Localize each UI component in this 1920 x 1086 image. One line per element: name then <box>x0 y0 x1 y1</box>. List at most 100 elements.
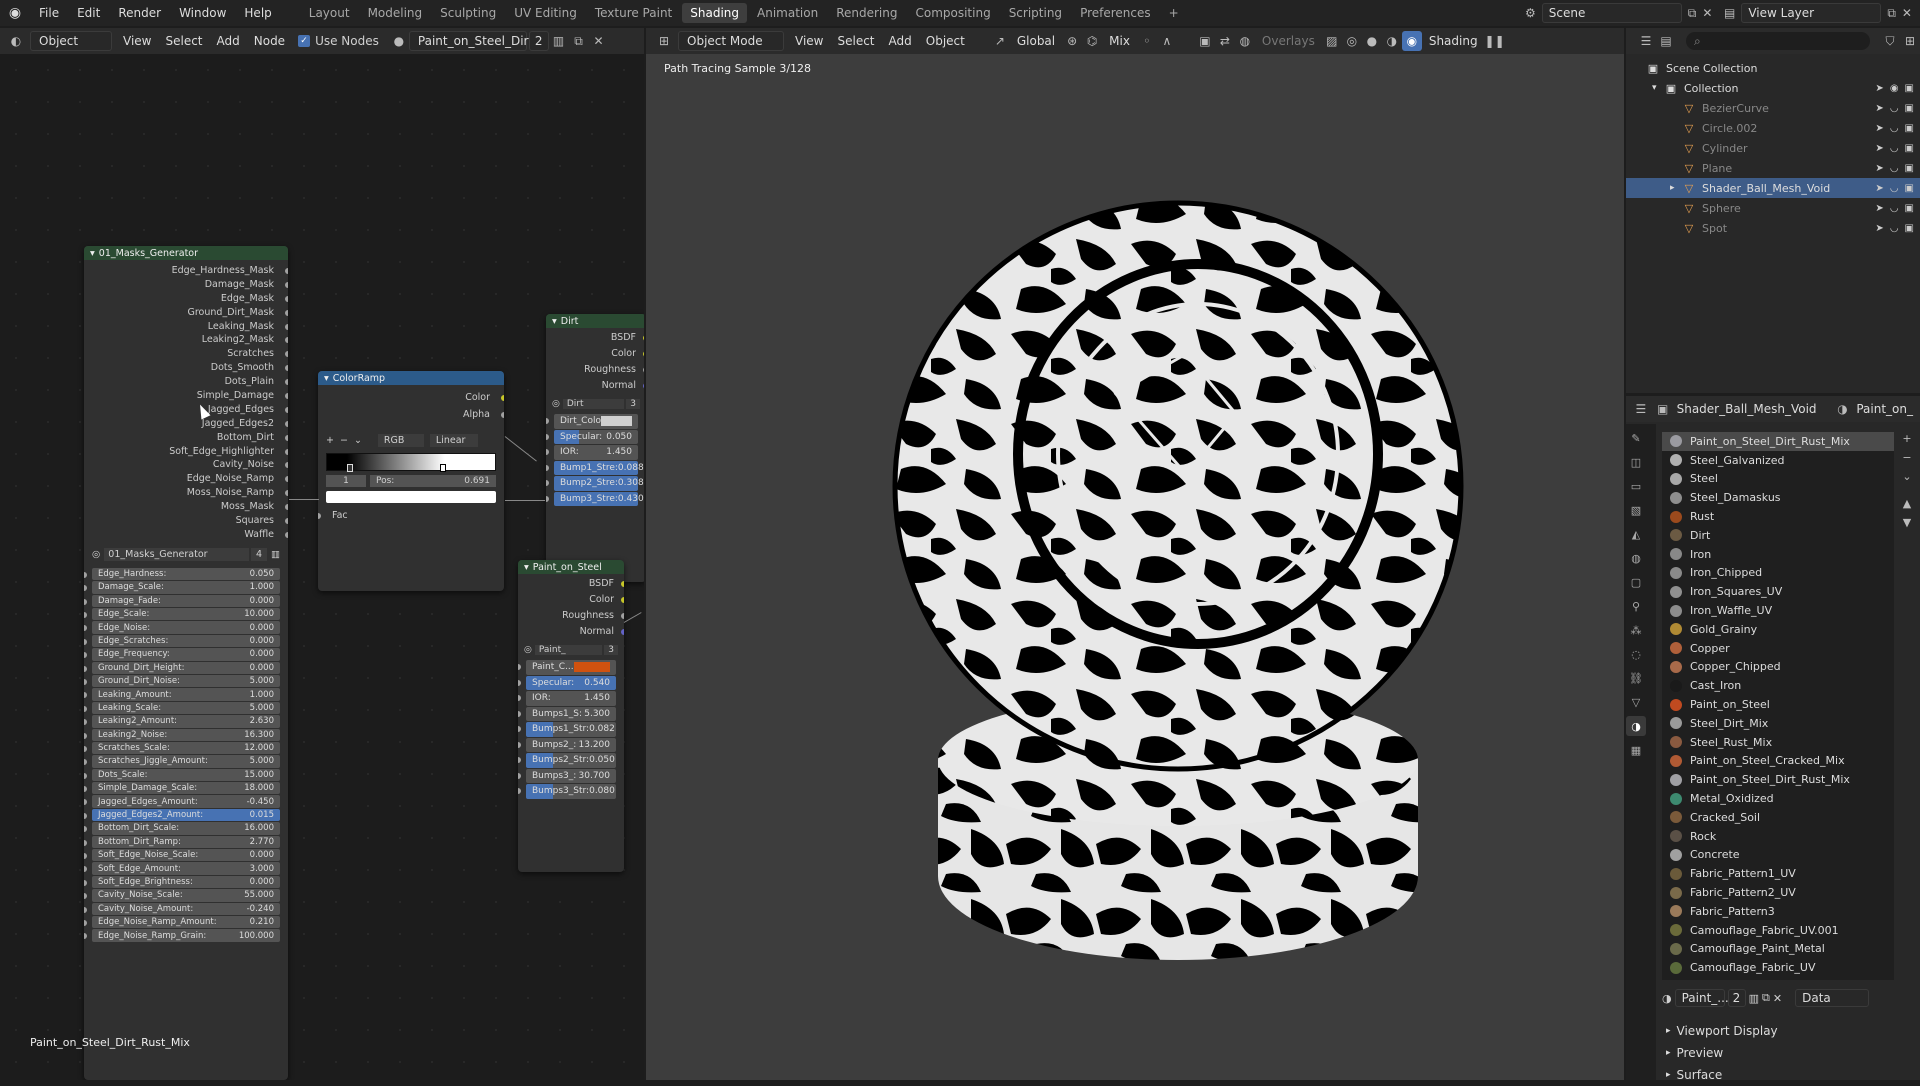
duplicate-material-icon[interactable]: ⧉ <box>569 31 589 51</box>
menu-add[interactable]: Add <box>210 32 247 50</box>
masks_node-input-1[interactable]: Damage_Scale: 1.000 <box>84 581 280 594</box>
eye-icon[interactable]: ◡ <box>1890 103 1899 114</box>
material-slot-item[interactable]: Paint_on_Steel_Cracked_Mix <box>1662 752 1894 771</box>
tab-layout[interactable]: Layout <box>301 3 358 23</box>
tab-shading[interactable]: Shading <box>682 3 747 23</box>
view-layer-selector[interactable]: View Layer <box>1741 3 1882 23</box>
outliner-item-cylinder[interactable]: ▽ Cylinder ➤ ◡ ▣ <box>1626 138 1920 158</box>
masks-node-header[interactable]: ▾ 01_Masks_Generator <box>84 246 288 260</box>
camera-icon[interactable]: ▣ <box>1905 163 1914 174</box>
material-slot-item[interactable]: Metal_Oxidized <box>1662 789 1894 808</box>
eye-icon[interactable]: ◡ <box>1890 163 1899 174</box>
camera-icon[interactable]: ▣ <box>1905 183 1914 194</box>
masks_node-input-26[interactable]: Edge_Noise_Ramp_Amount: 0.210 <box>84 915 280 929</box>
vp-menu-select[interactable]: Select <box>830 32 881 50</box>
dirt_node-input-2[interactable]: IOR: 1.450 <box>546 445 638 460</box>
material-slot-item[interactable]: Rust <box>1662 507 1894 526</box>
paint_node-input-1[interactable]: Specular: 0.540 <box>518 675 616 690</box>
new-collection-icon[interactable]: ⊞ <box>1900 31 1920 51</box>
select-icon[interactable]: ➤ <box>1875 103 1883 114</box>
dirt_node-input-5[interactable]: Bump3_Stre: 0.430 <box>546 491 644 506</box>
select-icon[interactable]: ➤ <box>1875 163 1883 174</box>
masks_node-input-24[interactable]: Cavity_Noise_Scale: 55.000 <box>84 889 280 902</box>
material-slot-item[interactable]: Camouflage_Paint_Metal <box>1662 940 1894 959</box>
camera-icon[interactable]: ▣ <box>1905 123 1914 134</box>
camera-icon[interactable]: ▣ <box>1905 83 1914 94</box>
masks_node-input-11[interactable]: Leaking2_Amount: 2.630 <box>84 715 280 728</box>
camera-icon[interactable]: ▣ <box>1905 143 1914 154</box>
outliner-search-input[interactable]: ⌕ <box>1686 32 1870 50</box>
masks_node-input-7[interactable]: Ground_Dirt_Height: 0.000 <box>84 661 280 674</box>
transform-orientation-icon[interactable]: ↗ <box>990 31 1010 51</box>
material-slot-item[interactable]: Cracked_Soil <box>1662 808 1894 827</box>
menu-view[interactable]: View <box>116 32 158 50</box>
material-slot-item[interactable]: Cast_Iron <box>1662 676 1894 695</box>
masks_node-input-8[interactable]: Ground_Dirt_Noise: 5.000 <box>84 674 280 688</box>
masks_node-input-17[interactable]: Jagged_Edges_Amount: -0.450 <box>84 795 280 808</box>
masks_node-input-4[interactable]: Edge_Noise: 0.000 <box>84 621 280 634</box>
vp-menu-object[interactable]: Object <box>919 32 972 50</box>
dirt-group-name[interactable]: Dirt <box>562 399 625 409</box>
outliner-scene-collection[interactable]: ▣ Scene Collection <box>1626 58 1920 78</box>
paint_node-input-4[interactable]: Bumps1_Str: 0.082 <box>518 722 616 737</box>
select-icon[interactable]: ➤ <box>1875 203 1883 214</box>
menu-select[interactable]: Select <box>158 32 209 50</box>
material-slot-item[interactable]: Steel_Rust_Mix <box>1662 733 1894 752</box>
camera-icon[interactable]: ▣ <box>1905 223 1914 234</box>
copy-scene-icon[interactable]: ⧉ <box>1688 6 1697 21</box>
material-slot-item[interactable]: Steel_Galvanized <box>1662 451 1894 470</box>
masks_node-input-9[interactable]: Leaking_Amount: 1.000 <box>84 688 280 701</box>
menu-render[interactable]: Render <box>109 6 170 20</box>
menu-node[interactable]: Node <box>247 32 292 50</box>
material-slot-list[interactable]: Paint_on_Steel_Dirt_Rust_Mix Steel_Galvan… <box>1662 432 1894 980</box>
close-scene-icon[interactable]: ✕ <box>1702 6 1712 20</box>
constraints-tab-icon[interactable]: ⛓ <box>1626 668 1646 688</box>
masks_node-input-22[interactable]: Soft_Edge_Amount: 3.000 <box>84 862 280 875</box>
outliner-item-circle-002[interactable]: ▽ Circle.002 ➤ ◡ ▣ <box>1626 118 1920 138</box>
camera-icon[interactable]: ▣ <box>1905 103 1914 114</box>
paint_node-input-2[interactable]: IOR: 1.450 <box>518 691 616 706</box>
output-tab-icon[interactable]: ▭ <box>1626 476 1646 496</box>
dirt_node-input-3[interactable]: Bump1_Stre: 0.088 <box>546 460 644 475</box>
material-slot-item[interactable]: Copper_Chipped <box>1662 658 1894 677</box>
masks_node-input-21[interactable]: Soft_Edge_Noise_Scale: 0.000 <box>84 849 280 862</box>
select-icon[interactable]: ➤ <box>1875 123 1883 134</box>
slot-menu-icon[interactable]: ⌄ <box>1902 470 1911 483</box>
render-tab-icon[interactable]: ◫ <box>1626 452 1646 472</box>
editor-type-icon[interactable]: ◐ <box>6 31 26 51</box>
preview-section[interactable]: ▸ Preview <box>1656 1042 1920 1064</box>
material-slot-item[interactable]: Iron_Chipped <box>1662 564 1894 583</box>
masks_node-input-6[interactable]: Edge_Frequency: 0.000 <box>84 648 280 661</box>
masks_node-input-23[interactable]: Soft_Edge_Brightness: 0.000 <box>84 875 280 889</box>
material-slot-item[interactable]: Steel_Damaskus <box>1662 488 1894 507</box>
material-tab-icon[interactable]: ◑ <box>1626 716 1646 736</box>
masks_node-input-16[interactable]: Simple_Damage_Scale: 18.000 <box>84 782 280 795</box>
move-down-icon[interactable]: ▼ <box>1903 516 1911 529</box>
tool-tab-icon[interactable]: ✎ <box>1626 428 1646 448</box>
tab-texture-paint[interactable]: Texture Paint <box>587 3 680 23</box>
texture-tab-icon[interactable]: ▦ <box>1626 740 1646 760</box>
eye-icon[interactable]: ◡ <box>1890 123 1899 134</box>
add-stop-icon[interactable]: + <box>326 435 334 446</box>
paint_node-input-8[interactable]: Bumps3_Str: 0.080 <box>518 784 616 799</box>
snap-icon[interactable]: ⌬ <box>1082 31 1102 51</box>
outliner-item-shader-ball-mesh-void[interactable]: ▸ ▽ Shader_Ball_Mesh_Void ➤ ◡ ▣ <box>1626 178 1920 198</box>
masks_node-input-2[interactable]: Damage_Fade: 0.000 <box>84 594 280 607</box>
viewport-editor-icon[interactable]: ⊞ <box>654 31 674 51</box>
shading-dropdown[interactable]: Shading <box>1422 32 1485 50</box>
material-slot-item[interactable]: Paint_on_Steel_Dirt_Rust_Mix <box>1662 432 1894 451</box>
group-fake-user-icon[interactable]: ▥ <box>271 549 280 560</box>
menu-file[interactable]: File <box>30 6 68 20</box>
slot-fake-user-icon[interactable]: ▥ <box>1749 992 1759 1005</box>
masks_node-input-19[interactable]: Bottom_Dirt_Scale: 16.000 <box>84 822 280 835</box>
tab-uv-editing[interactable]: UV Editing <box>506 3 585 23</box>
proportional-icon[interactable]: ◦ <box>1137 31 1157 51</box>
masks_node-input-15[interactable]: Dots_Scale: 15.000 <box>84 768 280 782</box>
slot-users-count[interactable]: 2 <box>1727 989 1746 1007</box>
masks-generator-node[interactable]: ▾ 01_Masks_Generator Edge_Hardness_Mask Da… <box>84 246 288 1080</box>
dirt-group-selector[interactable]: ◎ Dirt 3 <box>552 396 640 412</box>
tab-sculpting[interactable]: Sculpting <box>432 3 504 23</box>
material-slot-item[interactable]: Paint_on_Steel <box>1662 695 1894 714</box>
properties-editor-icon[interactable]: ☰ <box>1634 399 1648 419</box>
masks_node-input-10[interactable]: Leaking_Scale: 5.000 <box>84 701 280 715</box>
